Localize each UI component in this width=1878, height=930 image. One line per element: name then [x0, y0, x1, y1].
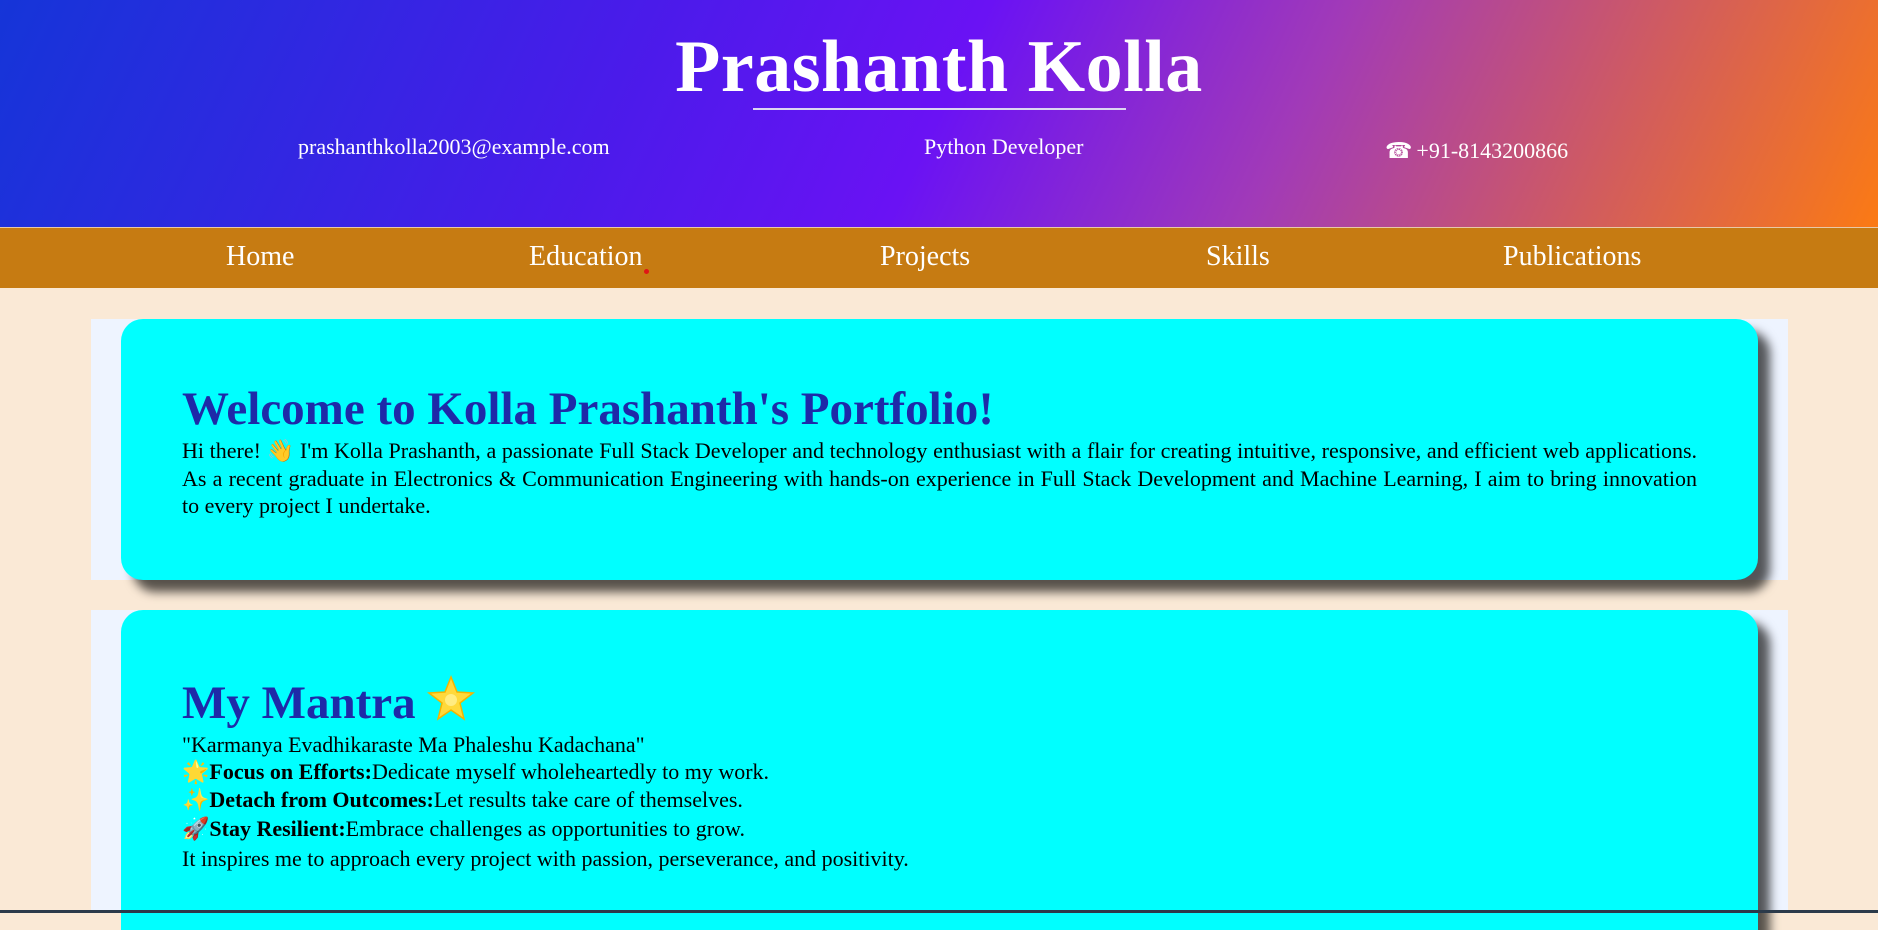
mantra-card: My Mantra "Karmanya Evadhikaraste Ma Pha… — [121, 610, 1758, 930]
rocket-icon: 🚀 — [182, 817, 210, 842]
mantra-point-title: Focus on Efforts: — [209, 759, 372, 784]
mantra-point-text: Dedicate myself wholeheartedly to my wor… — [371, 759, 770, 784]
nav-publications[interactable]: Publications — [1503, 239, 1641, 275]
mantra-point: 🌟Focus on Efforts:Dedicate myself wholeh… — [182, 758, 1697, 786]
contact-phone-number: +91-8143200866 — [1416, 138, 1569, 163]
site-header: Prashanth Kolla prashanthkolla2003@examp… — [0, 0, 1878, 227]
mantra-point-text: Embrace challenges as opportunities to g… — [345, 816, 746, 841]
star-icon: 🌟 — [182, 760, 210, 785]
mouse-cursor-dot — [644, 269, 649, 274]
welcome-text: Hi there! 👋 I'm Kolla Prashanth, a passi… — [182, 437, 1697, 519]
mantra-section: My Mantra "Karmanya Evadhikaraste Ma Pha… — [91, 610, 1788, 930]
main-nav: Home Education Projects Skills Publicati… — [0, 227, 1878, 288]
sparkles-icon: ✨ — [182, 788, 210, 813]
mantra-point-title: Detach from Outcomes: — [209, 787, 434, 812]
welcome-text-intro: Hi there! — [182, 438, 261, 463]
mantra-heading-text: My Mantra — [182, 677, 416, 729]
welcome-heading: Welcome to Kolla Prashanth's Portfolio! — [182, 383, 994, 435]
welcome-card: Welcome to Kolla Prashanth's Portfolio! … — [121, 319, 1758, 580]
phone-icon: ☎ — [1385, 139, 1413, 164]
nav-education[interactable]: Education — [529, 239, 643, 275]
mantra-point: 🚀Stay Resilient:Embrace challenges as op… — [182, 814, 1697, 845]
glowing-star-icon — [426, 674, 475, 721]
nav-skills[interactable]: Skills — [1206, 239, 1270, 275]
welcome-text-body: I'm Kolla Prashanth, a passionate Full S… — [182, 438, 1698, 518]
contact-email: prashanthkolla2003@example.com — [298, 134, 610, 159]
welcome-section: Welcome to Kolla Prashanth's Portfolio! … — [91, 319, 1788, 580]
mantra-closing: It inspires me to approach every project… — [182, 846, 909, 871]
mantra-quote: "Karmanya Evadhikaraste Ma Phaleshu Kada… — [182, 732, 645, 757]
contact-role: Python Developer — [924, 134, 1084, 159]
title-underline — [753, 108, 1126, 110]
mantra-point: ✨Detach from Outcomes:Let results take c… — [182, 786, 1697, 814]
waving-hand-icon: 👋 — [266, 439, 295, 464]
site-title: Prashanth Kolla — [675, 26, 1203, 108]
contact-phone: ☎ +91-8143200866 — [1385, 137, 1568, 166]
mantra-heading: My Mantra — [182, 674, 1697, 731]
mantra-point-text: Let results take care of themselves. — [433, 787, 743, 812]
nav-home[interactable]: Home — [226, 239, 294, 275]
nav-projects[interactable]: Projects — [880, 239, 970, 275]
mantra-point-title: Stay Resilient: — [209, 816, 346, 841]
